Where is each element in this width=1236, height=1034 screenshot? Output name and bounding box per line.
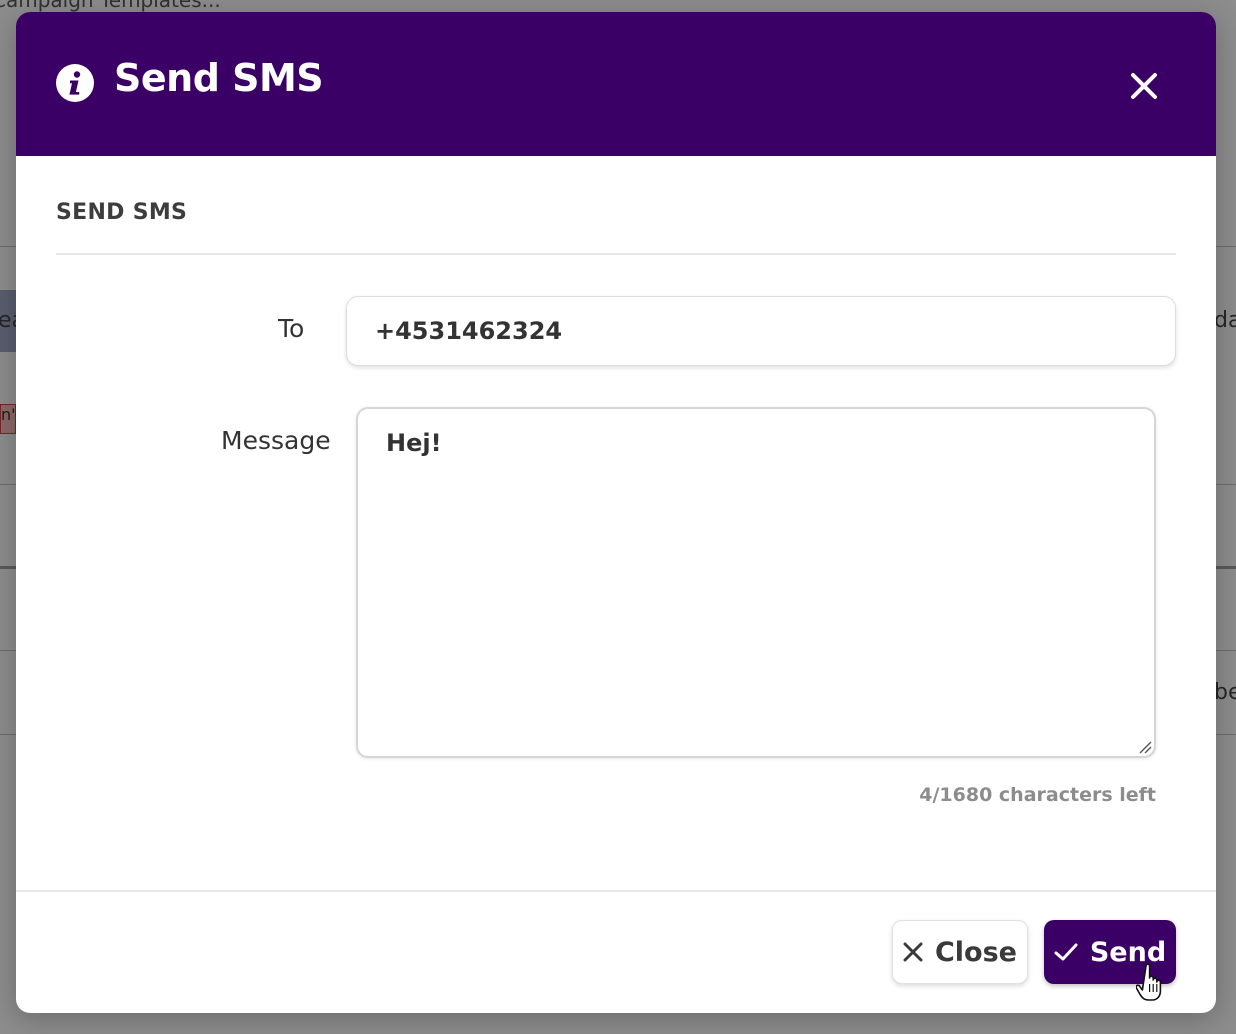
x-icon [903, 942, 923, 962]
to-phone-input[interactable] [346, 296, 1176, 366]
close-icon[interactable] [1130, 72, 1158, 100]
footer-divider [16, 890, 1216, 892]
character-counter: 4/1680 characters left [919, 784, 1156, 806]
send-sms-modal: Send SMS SEND SMS To Message Hej! 4/1680… [16, 12, 1216, 1013]
close-button[interactable]: Close [892, 920, 1028, 984]
message-label: Message [221, 426, 331, 455]
message-textarea[interactable]: Hej! [356, 407, 1156, 758]
section-title: SEND SMS [56, 200, 188, 225]
close-button-label: Close [934, 936, 1017, 968]
modal-header: Send SMS [16, 12, 1216, 156]
resize-handle-icon[interactable] [1136, 738, 1152, 754]
hand-pointer-icon [1136, 963, 1162, 1001]
to-label: To [278, 314, 305, 343]
section-divider [56, 253, 1176, 255]
check-icon [1054, 943, 1078, 961]
modal-title: Send SMS [114, 56, 324, 100]
info-icon [56, 64, 94, 102]
